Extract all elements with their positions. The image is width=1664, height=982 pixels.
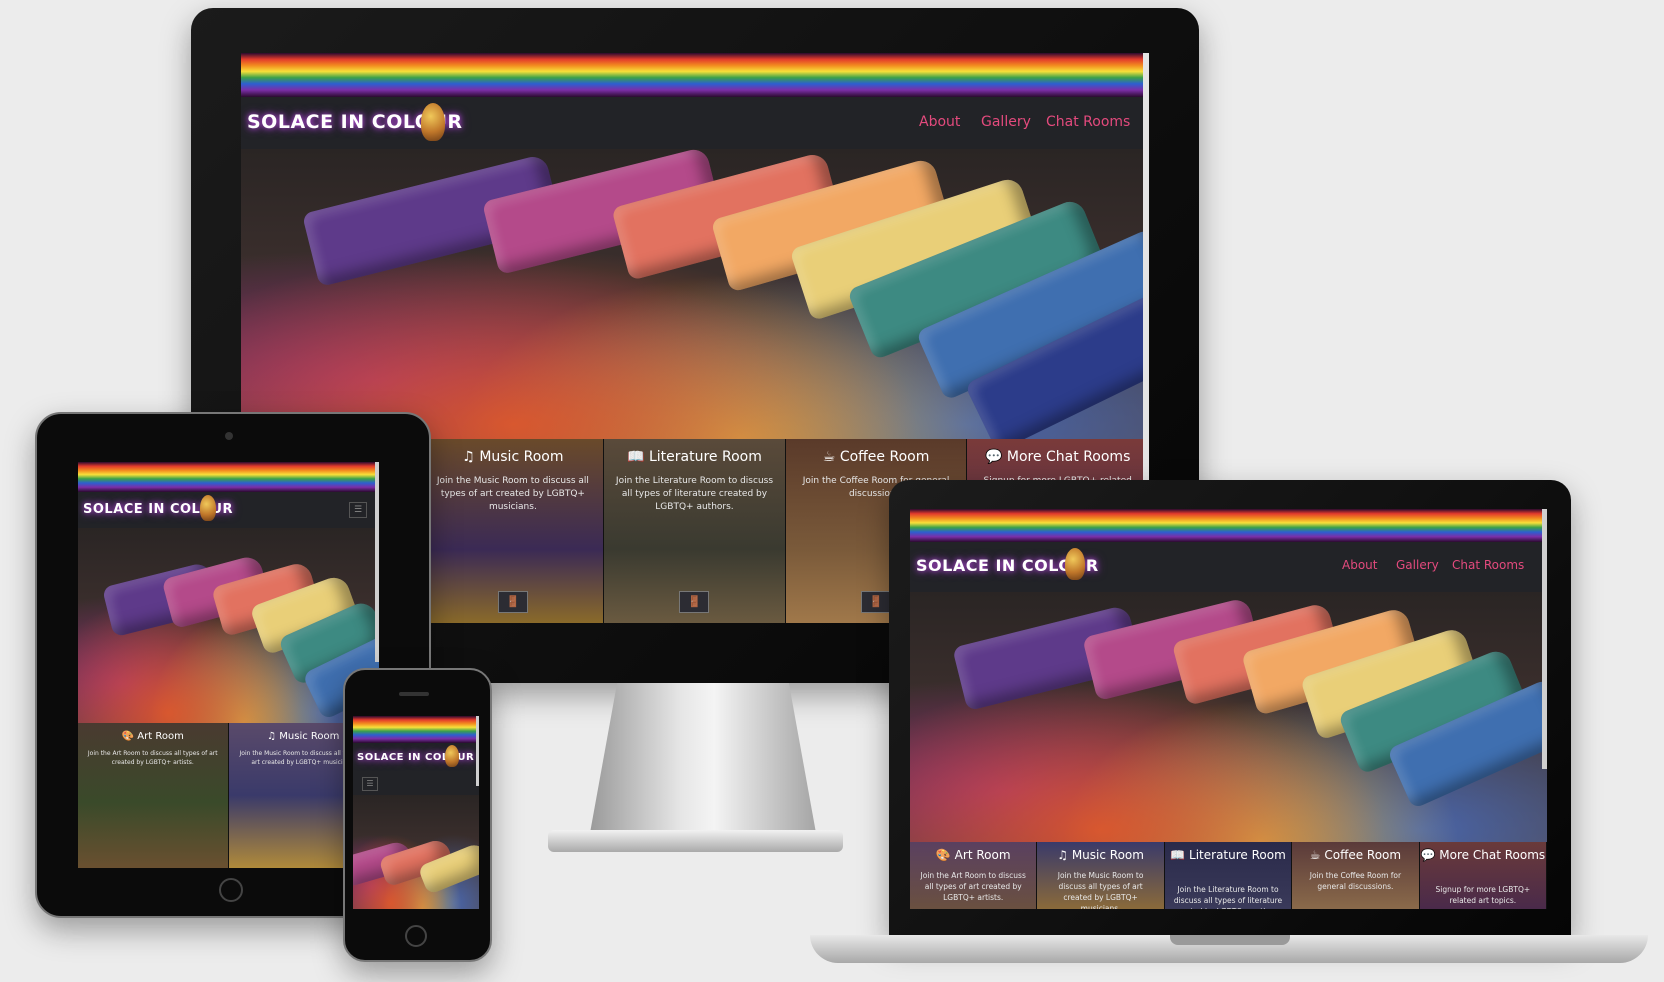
- chameleon-logo-icon: [1065, 548, 1085, 580]
- phone-home-button: [405, 925, 427, 947]
- card-title: Literature Room: [1189, 848, 1286, 862]
- card-music[interactable]: ♫ Music Room Join the Music Room to disc…: [1037, 842, 1165, 909]
- chat-bubble-icon: 💬: [984, 449, 1003, 465]
- card-title: Art Room: [954, 848, 1011, 862]
- menu-toggle-icon[interactable]: ☰: [349, 502, 367, 518]
- scrollbar[interactable]: [375, 462, 379, 662]
- chameleon-logo-icon: [421, 103, 445, 141]
- scrollbar[interactable]: [1542, 509, 1547, 769]
- mobile-menu-bar: ☰: [353, 773, 479, 795]
- book-icon: 📖: [627, 449, 645, 465]
- card-art[interactable]: 🎨 Art Room Join the Art Room to discuss …: [910, 842, 1038, 909]
- nav-about[interactable]: About: [1342, 558, 1377, 572]
- card-desc: Join the Art Room to discuss all types o…: [920, 871, 1026, 902]
- palette-icon: 🎨: [121, 731, 135, 742]
- laptop-notch: [1170, 935, 1290, 945]
- phone-screen: SOLACE IN COLOUR ☰: [353, 716, 479, 909]
- chameleon-logo-icon: [200, 495, 216, 521]
- navbar: SOLACE IN COLOUR About Gallery Chat Room…: [910, 542, 1547, 592]
- nav-about[interactable]: About: [919, 114, 960, 130]
- card-title: Coffee Room: [839, 449, 930, 465]
- rainbow-banner: [910, 509, 1547, 542]
- nav-gallery[interactable]: Gallery: [981, 114, 1031, 130]
- card-desc: Join the Music Room to discuss all types…: [1057, 871, 1144, 909]
- scrollbar[interactable]: [476, 716, 479, 786]
- card-title: Literature Room: [648, 449, 762, 465]
- chat-bubble-icon: 💬: [1420, 848, 1436, 862]
- menu-toggle-icon[interactable]: ☰: [362, 777, 378, 791]
- card-coffee[interactable]: ☕ Coffee Room Join the Coffee Room for g…: [1292, 842, 1420, 909]
- nav-chat-rooms[interactable]: Chat Rooms: [1452, 558, 1524, 572]
- door-icon[interactable]: 🚪: [679, 591, 710, 613]
- hero-image: [353, 795, 479, 909]
- rainbow-banner: [241, 53, 1149, 97]
- hero-image: [910, 592, 1547, 842]
- music-icon: ♫: [267, 731, 277, 742]
- music-icon: ♫: [1057, 848, 1068, 862]
- coffee-icon: ☕: [822, 449, 836, 465]
- card-literature[interactable]: 📖 Literature Room Join the Literature Ro…: [604, 439, 786, 623]
- tablet-home-button: [219, 878, 243, 902]
- nav-chat-rooms[interactable]: Chat Rooms: [1046, 114, 1130, 130]
- door-icon[interactable]: 🚪: [861, 591, 892, 613]
- phone-speaker: [399, 692, 429, 696]
- card-title: Music Room: [479, 449, 564, 465]
- card-more[interactable]: 💬 More Chat Rooms Signup for more LGBTQ+…: [1419, 842, 1547, 909]
- palette-icon: 🎨: [935, 848, 951, 862]
- card-music[interactable]: ♫ Music Room Join the Music Room to disc…: [422, 439, 605, 623]
- navbar: SOLACE IN COLOUR About Gallery Chat Room…: [241, 97, 1149, 149]
- card-title: Art Room: [137, 731, 184, 742]
- card-desc: Join the Coffee Room for general discuss…: [1309, 871, 1402, 891]
- card-title: Music Room: [1071, 848, 1144, 862]
- rainbow-banner: [78, 462, 379, 492]
- card-title: Music Room: [279, 731, 340, 742]
- door-icon[interactable]: 🚪: [497, 591, 528, 613]
- book-icon: 📖: [1170, 848, 1186, 862]
- hero-image: [78, 528, 379, 723]
- chameleon-logo-icon: [445, 745, 459, 767]
- card-desc: Join the Literature Room to discuss all …: [1173, 885, 1283, 909]
- coffee-icon: ☕: [1309, 848, 1321, 862]
- card-title: More Chat Rooms: [1006, 449, 1131, 465]
- card-title: Coffee Room: [1324, 848, 1402, 862]
- music-icon: ♫: [462, 449, 475, 465]
- nav-gallery[interactable]: Gallery: [1396, 558, 1439, 572]
- card-desc: Join the Literature Room to discuss all …: [615, 476, 774, 512]
- monitor-base: [548, 830, 843, 852]
- card-desc: Signup for more LGBTQ+ related art topic…: [1435, 885, 1531, 905]
- laptop-screen: SOLACE IN COLOUR About Gallery Chat Room…: [910, 509, 1547, 909]
- navbar: SOLACE IN COLOUR: [353, 743, 479, 773]
- room-cards: 🎨 Art Room Join the Art Room to discuss …: [910, 842, 1547, 909]
- card-literature[interactable]: 📖 Literature Room Join the Literature Ro…: [1164, 842, 1293, 909]
- card-title: More Chat Rooms: [1439, 848, 1546, 862]
- rainbow-banner: [353, 716, 479, 743]
- hero-image: [241, 149, 1149, 439]
- tablet-screen: SOLACE IN COLOUR ☰ 🎨 Art Room Join the A…: [78, 462, 379, 868]
- room-cards: 🎨 Art Room Join the Art Room to discuss …: [78, 723, 379, 868]
- card-art[interactable]: 🎨 Art Room Join the Art Room to discuss …: [78, 723, 229, 868]
- tablet-camera: [225, 432, 233, 440]
- monitor-stand: [590, 683, 816, 833]
- card-desc: Join the Music Room to discuss all types…: [436, 476, 589, 512]
- card-desc: Join the Art Room to discuss all types o…: [87, 750, 218, 766]
- navbar: SOLACE IN COLOUR ☰: [78, 492, 379, 528]
